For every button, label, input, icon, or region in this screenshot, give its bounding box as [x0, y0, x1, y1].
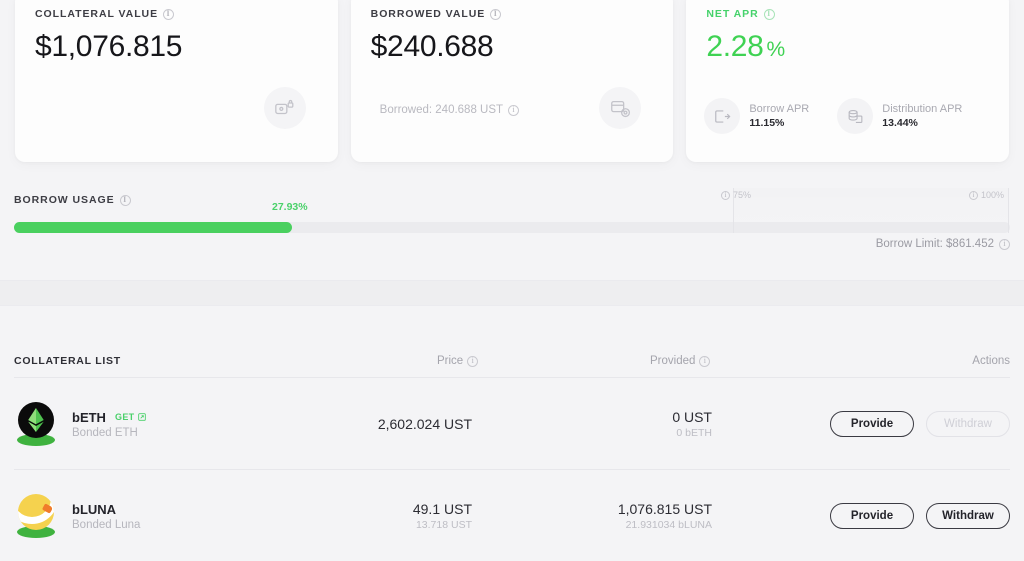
net-apr-label: NET APR i	[706, 8, 989, 20]
bluna-token-icon	[14, 494, 58, 538]
asset-bluna-symbol-row: bLUNA	[72, 502, 140, 517]
borrow-usage-percent: 27.93%	[272, 201, 308, 213]
cell-price-beth: 2,602.024 UST	[378, 416, 472, 432]
provide-button-beth[interactable]: Provide	[830, 411, 914, 437]
collateral-list-section: COLLATERAL LIST Price i Provided i Actio…	[0, 306, 1024, 561]
borrow-apr-name: Borrow APR	[749, 103, 810, 115]
column-header-provided-text: Provided	[650, 355, 696, 367]
borrow-limit: Borrow Limit: $861.452 i	[876, 238, 1010, 250]
info-icon[interactable]: i	[490, 8, 502, 20]
calendar-coin-icon	[599, 87, 642, 129]
box-arrow-out-icon	[704, 98, 741, 134]
info-icon[interactable]: i	[467, 355, 479, 367]
collateral-list-title: COLLATERAL LIST	[14, 355, 121, 367]
info-icon[interactable]: i	[721, 190, 730, 200]
get-badge-text: GET	[114, 412, 135, 422]
borrowed-value-sub: Borrowed: 240.688 UST i	[379, 104, 520, 116]
borrowed-value-amount: $240.688	[370, 30, 494, 63]
apr-breakdown: Borrow APR 11.15% Distribution APR 13.44…	[704, 98, 962, 134]
borrow-usage-bar-fill	[14, 222, 292, 233]
vault-lock-icon	[263, 87, 306, 129]
row-actions-bluna: Provide Withdraw	[830, 503, 1010, 529]
info-icon[interactable]: i	[508, 104, 520, 116]
asset-beth-symbol-row: bETH GET	[72, 410, 146, 425]
summary-cards: COLLATERAL VALUE i $1,076.815 BORROWED V…	[0, 0, 1024, 162]
coin-stack-icon	[837, 98, 874, 134]
net-apr-amount: 2.28%	[706, 30, 989, 64]
column-header-price: Price i	[437, 355, 479, 367]
info-icon[interactable]: i	[699, 355, 711, 367]
cell-provided-bluna-main: 1,076.815 UST	[617, 501, 712, 517]
borrow-dashboard-page: COLLATERAL VALUE i $1,076.815 BORROWED V…	[0, 0, 1024, 561]
borrow-usage-label-text: BORROW USAGE	[14, 194, 115, 206]
tick-range-75-100	[733, 188, 1009, 233]
tick-label-100-text: 100%	[981, 190, 1005, 200]
asset-bluna[interactable]: bLUNA Bonded Luna	[14, 494, 344, 538]
collateral-value-amount: $1,076.815	[35, 30, 183, 63]
distribution-apr-stat: Distribution APR 13.44%	[837, 98, 962, 134]
withdraw-button-bluna[interactable]: Withdraw	[926, 503, 1010, 529]
column-header-provided: Provided i	[650, 355, 711, 367]
withdraw-button-beth: Withdraw	[926, 411, 1010, 437]
cell-price-beth-main: 2,602.024 UST	[377, 416, 472, 432]
net-apr-card: NET APR i 2.28% Borrow APR	[686, 0, 1010, 162]
external-link-icon	[137, 413, 146, 421]
asset-beth-name: Bonded ETH	[72, 426, 138, 439]
borrow-usage-bar-track[interactable]: i 75% i 100%	[14, 188, 1010, 233]
section-divider	[0, 280, 1024, 306]
cell-price-bluna-main: 49.1 UST	[412, 501, 472, 517]
info-icon[interactable]: i	[163, 8, 175, 20]
net-apr-label-text: NET APR	[706, 8, 759, 20]
borrowed-value-label: BORROWED VALUE i	[371, 8, 654, 20]
borrow-limit-text: Borrow Limit: $861.452	[875, 238, 994, 250]
tick-label-75-text: 75%	[733, 190, 752, 200]
provide-button-bluna[interactable]: Provide	[830, 503, 914, 529]
asset-beth[interactable]: bETH GET Bonded ETH	[14, 402, 344, 446]
info-icon[interactable]: i	[999, 238, 1010, 250]
column-header-price-text: Price	[437, 355, 464, 367]
collateral-value-label: COLLATERAL VALUE i	[35, 8, 318, 20]
info-icon[interactable]: i	[969, 190, 978, 200]
asset-bluna-symbol: bLUNA	[72, 501, 117, 517]
collateral-value-card: COLLATERAL VALUE i $1,076.815	[15, 0, 338, 162]
asset-bluna-text: bLUNA Bonded Luna	[72, 502, 140, 531]
asset-beth-text: bETH GET Bonded ETH	[72, 410, 146, 439]
column-header-actions: Actions	[972, 355, 1010, 367]
borrow-apr-stat: Borrow APR 11.15%	[704, 98, 809, 134]
get-beth-link[interactable]: GET	[115, 412, 146, 422]
tick-label-100[interactable]: i 100%	[969, 190, 1004, 200]
table-row[interactable]: bLUNA Bonded Luna 49.1 UST 13.718 UST 1,…	[0, 470, 1024, 561]
borrowed-value-card: BORROWED VALUE i $240.688 Borrowed: 240.…	[350, 0, 674, 162]
borrow-usage-section: BORROW USAGE i 27.93% i 75% i 100% Borro…	[0, 186, 1024, 281]
cell-provided-bluna: 1,076.815 UST 21.931034 bLUNA	[618, 501, 712, 531]
row-actions-beth: Provide Withdraw	[830, 411, 1010, 437]
beth-token-icon	[14, 402, 58, 446]
distribution-apr-name: Distribution APR	[882, 103, 963, 115]
info-icon[interactable]: i	[119, 194, 131, 206]
borrowed-value-label-text: BORROWED VALUE	[370, 8, 486, 20]
net-apr-number: 2.28	[706, 30, 764, 63]
net-apr-unit: %	[766, 38, 786, 61]
cell-provided-beth-sub: 0 bETH	[676, 427, 712, 439]
collateral-list-header: COLLATERAL LIST Price i Provided i Actio…	[0, 306, 1024, 378]
cell-price-bluna-sub: 13.718 UST	[415, 519, 472, 531]
cell-provided-beth: 0 UST 0 bETH	[672, 409, 712, 439]
cell-provided-bluna-sub: 21.931034 bLUNA	[625, 519, 712, 531]
asset-beth-symbol: bETH	[72, 409, 106, 425]
cell-provided-beth-main: 0 UST	[672, 409, 712, 425]
borrow-apr-value: 11.15%	[749, 117, 785, 129]
distribution-apr-value: 13.44%	[882, 117, 918, 129]
table-row[interactable]: bETH GET Bonded ETH 2,602.024 UST 0 UST …	[0, 378, 1024, 470]
info-icon[interactable]: i	[763, 8, 775, 20]
borrow-usage-label: BORROW USAGE i	[14, 194, 131, 206]
tick-label-75[interactable]: i 75%	[721, 190, 751, 200]
borrowed-value-sub-text: Borrowed: 240.688 UST	[379, 104, 504, 116]
collateral-value-label-text: COLLATERAL VALUE	[35, 8, 159, 20]
cell-price-bluna: 49.1 UST 13.718 UST	[413, 501, 472, 531]
asset-bluna-name: Bonded Luna	[72, 518, 141, 531]
